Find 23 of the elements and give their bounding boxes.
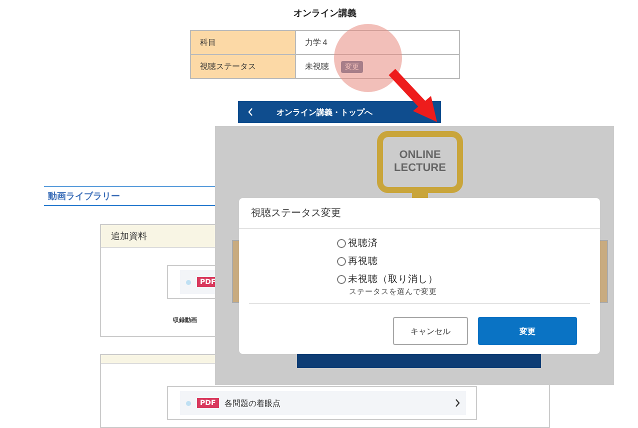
cell-value: 未視聴: [305, 61, 329, 72]
radio-button[interactable]: [337, 256, 346, 266]
cancel-button[interactable]: キャンセル: [393, 317, 468, 345]
file-name: 各問題の着眼点: [224, 398, 282, 409]
cell-value: 力学４: [305, 37, 329, 48]
logo-text: LECTURE: [394, 162, 446, 174]
chevron-left-icon: [248, 108, 252, 116]
highlight-circle: [334, 24, 402, 92]
confirm-button[interactable]: 変更: [478, 317, 577, 345]
chevron-right-icon: [455, 399, 460, 408]
page-title: オンライン講義: [294, 7, 356, 20]
radio-button[interactable]: [337, 238, 346, 248]
table-header-cell: 科目: [191, 31, 296, 54]
dialog-title: 視聴ステータス変更: [239, 198, 600, 229]
table-header-cell: 視聴ステータス: [191, 55, 296, 78]
radio-button[interactable]: [337, 274, 346, 284]
logo-text: ONLINE: [399, 149, 441, 161]
status-option[interactable]: 未視聴（取り消し）: [337, 271, 600, 287]
bullet-icon: [186, 280, 191, 285]
pointer-arrow: [388, 68, 437, 122]
status-option[interactable]: 再視聴: [337, 253, 600, 269]
back-button[interactable]: オンライン講義・トップへ: [238, 101, 440, 123]
bullet-icon: [186, 400, 191, 406]
